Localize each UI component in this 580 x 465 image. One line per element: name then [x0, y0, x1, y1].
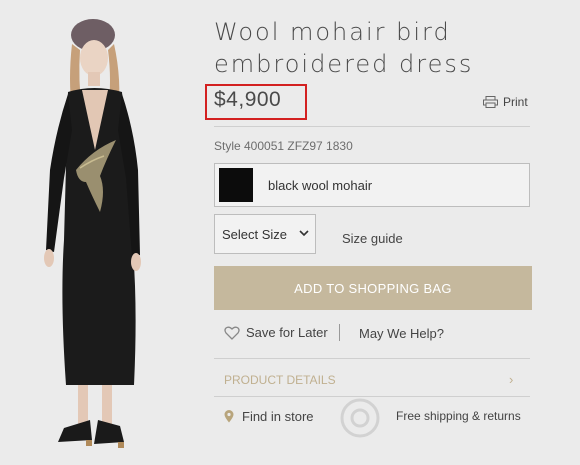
- product-image: [44, 19, 141, 448]
- separator: [339, 324, 340, 341]
- product-title: Wool mohair bird embroidered dress: [214, 18, 474, 78]
- heart-icon: [224, 326, 240, 340]
- size-guide-link[interactable]: Size guide: [342, 231, 403, 246]
- add-to-bag-label: ADD TO SHOPPING BAG: [294, 280, 452, 296]
- product-details-toggle[interactable]: PRODUCT DETAILS: [224, 373, 336, 387]
- color-swatch: [219, 168, 253, 202]
- style-number: Style 400051 ZFZ97 1830: [214, 139, 353, 153]
- price-highlight-box: [205, 84, 307, 120]
- chevron-down-icon: [299, 230, 309, 237]
- watermark-logo: [340, 398, 380, 438]
- size-select[interactable]: Select Size: [214, 214, 316, 254]
- color-selector[interactable]: black wool mohair: [214, 163, 530, 207]
- location-pin-icon: [224, 410, 234, 423]
- divider: [214, 358, 530, 359]
- save-for-later-label: Save for Later: [246, 325, 328, 340]
- divider: [214, 126, 530, 127]
- may-we-help-link[interactable]: May We Help?: [359, 326, 444, 341]
- size-select-label: Select Size: [222, 227, 288, 242]
- print-label: Print: [503, 95, 528, 109]
- add-to-shopping-bag-button[interactable]: ADD TO SHOPPING BAG: [214, 266, 532, 310]
- find-in-store-label: Find in store: [242, 409, 314, 424]
- save-for-later-button[interactable]: Save for Later: [224, 325, 328, 340]
- free-shipping-link[interactable]: Free shipping & returns: [396, 409, 521, 423]
- print-button[interactable]: Print: [483, 95, 528, 109]
- printer-icon: [483, 96, 498, 108]
- find-in-store-link[interactable]: Find in store: [224, 409, 314, 424]
- chevron-right-icon: ›: [509, 372, 514, 387]
- color-name: black wool mohair: [268, 178, 373, 193]
